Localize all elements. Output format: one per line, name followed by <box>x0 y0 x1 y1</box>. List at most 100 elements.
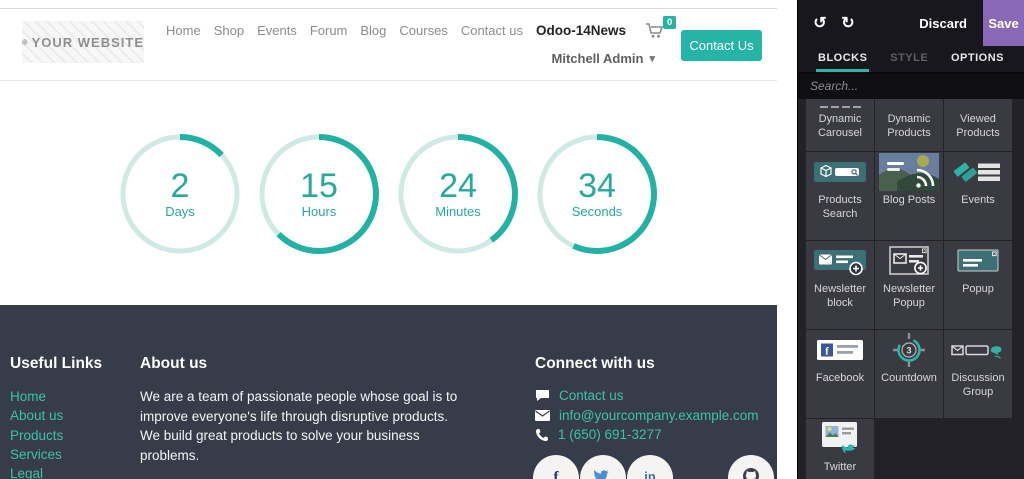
block-label: Countdown <box>881 372 937 384</box>
block-label: Newsletter block <box>814 283 866 309</box>
block-events[interactable]: Events <box>944 152 1012 240</box>
block-label: Dynamic Carousel <box>817 113 863 139</box>
block-products-search[interactable]: Products Search <box>806 152 874 240</box>
main-nav: Home Shop Events Forum Blog Courses Contact us… <box>166 16 677 39</box>
block-blog-posts[interactable]: Blog Posts <box>875 152 943 240</box>
block-newsletter-popup[interactable]: Newsletter Popup <box>875 241 943 329</box>
footer-useful-links: Useful Links Home About us Products Service… <box>10 355 102 479</box>
countdown-circle-seconds[interactable]: 34 Seconds <box>535 132 659 256</box>
newsletter-popup-icon <box>877 241 941 281</box>
contact-us-button[interactable]: Contact Us <box>681 30 762 61</box>
block-newsletter-block[interactable]: Newsletter block <box>806 241 874 329</box>
svg-text:f: f <box>825 346 829 358</box>
countdown-circle-minutes[interactable]: 24 Minutes <box>396 132 520 256</box>
connect-label: 1 (650) 691-3277 <box>558 427 662 442</box>
about-text: We are a team of passionate people whose… <box>140 389 458 463</box>
svg-text:in: in <box>644 469 656 479</box>
editor-toolbar: ↺ ↻ Discard Save <box>798 0 1024 46</box>
block-facebook[interactable]: f Facebook <box>806 330 874 418</box>
block-discussion-group[interactable]: Discussion Group <box>944 330 1012 418</box>
block-label: Newsletter Popup <box>883 283 935 309</box>
connect-item-1-650-691-3277[interactable]: 1 (650) 691-3277 <box>535 425 759 445</box>
nav-item-shop[interactable]: Shop <box>214 23 244 38</box>
undo-icon[interactable]: ↺ <box>806 13 834 33</box>
products-search-icon <box>808 152 872 192</box>
block-dynamic-carousel[interactable]: Dynamic Carousel <box>806 99 874 151</box>
countdown-icon: 3 <box>877 330 941 370</box>
user-menu-label: Mitchell Admin <box>551 51 644 66</box>
blog-posts-icon <box>877 152 941 192</box>
search-input[interactable] <box>798 79 978 93</box>
connect-item-contact-us[interactable]: Contact us <box>535 386 759 406</box>
connect-title: Connect with us <box>535 355 655 372</box>
countdown-value: 34 <box>578 167 616 205</box>
site-logo[interactable]: YOUR WEBSITE <box>22 21 144 63</box>
footer-link-about-us[interactable]: About us <box>10 406 102 425</box>
tab-options[interactable]: OPTIONS <box>949 46 1006 72</box>
social-linkedin-button[interactable]: in <box>627 455 673 479</box>
connect-item-info-yourcompany-example-com[interactable]: info@yourcompany.example.com <box>535 406 759 426</box>
nav-item-events[interactable]: Events <box>257 23 297 38</box>
footer-link-legal[interactable]: Legal <box>10 464 102 479</box>
nav-item-courses[interactable]: Courses <box>399 23 447 38</box>
footer-link-home[interactable]: Home <box>10 387 102 406</box>
nav-item-forum[interactable]: Forum <box>310 23 348 38</box>
twitter-icon <box>808 419 872 459</box>
footer-connect: Connect with us Contact us info@yourcompa… <box>535 355 759 445</box>
block-countdown[interactable]: 3 Countdown <box>875 330 943 418</box>
viewed-products-icon <box>946 99 1010 111</box>
globe-icon <box>22 39 28 45</box>
nav-item-contact-us[interactable]: Contact us <box>461 23 523 38</box>
blocks-grid: Dynamic Carousel Dynamic Products Viewed P… <box>806 99 1014 479</box>
linkedin-icon: in <box>640 466 660 479</box>
editor-search <box>798 73 1024 99</box>
countdown-unit: Hours <box>301 204 337 219</box>
block-popup[interactable]: Popup <box>944 241 1012 329</box>
countdown-value: 24 <box>439 167 477 205</box>
block-label: Products Search <box>818 194 862 220</box>
nav-item-active-site[interactable]: Odoo-14News <box>536 23 626 38</box>
user-menu[interactable]: Mitchell Admin ▾ <box>552 51 656 66</box>
countdown-circle-hours[interactable]: 15 Hours <box>257 132 381 256</box>
footer-about: About us We are a team of passionate peo… <box>140 355 470 465</box>
chevron-down-icon: ▾ <box>649 53 655 65</box>
envelope-icon <box>535 409 550 421</box>
newsletter-block-icon <box>808 241 872 281</box>
tab-blocks[interactable]: BLOCKS <box>816 46 870 72</box>
facebook-icon: f <box>808 330 872 370</box>
cart-button[interactable]: 0 <box>645 16 677 39</box>
discard-button[interactable]: Discard <box>919 16 967 31</box>
site-footer: Useful Links Home About us Products Service… <box>0 305 777 479</box>
save-button[interactable]: Save <box>983 0 1024 46</box>
nav-item-home[interactable]: Home <box>166 23 201 38</box>
social-twitter-button[interactable] <box>580 455 626 479</box>
block-label: Blog Posts <box>882 194 936 206</box>
popup-icon <box>946 241 1010 281</box>
redo-icon[interactable]: ↻ <box>834 13 862 33</box>
facebook-icon: f <box>546 466 566 479</box>
svg-text:3: 3 <box>906 346 911 356</box>
social-facebook-button[interactable]: f <box>533 455 579 479</box>
footer-link-services[interactable]: Services <box>10 445 102 464</box>
connect-list: Contact us info@yourcompany.example.com 1 … <box>535 386 759 445</box>
tab-style[interactable]: STYLE <box>888 46 930 72</box>
github-icon <box>741 466 761 479</box>
about-title: About us <box>140 355 208 372</box>
block-viewed-products[interactable]: Viewed Products <box>944 99 1012 151</box>
cart-icon <box>646 23 664 38</box>
connect-label: info@yourcompany.example.com <box>559 407 759 423</box>
logo-text: YOUR WEBSITE <box>31 34 144 50</box>
social-github-button[interactable] <box>728 455 774 479</box>
block-twitter[interactable]: Twitter <box>806 419 874 479</box>
twitter-icon <box>593 466 613 479</box>
discussion-group-icon <box>946 330 1010 370</box>
footer-link-products[interactable]: Products <box>10 426 102 445</box>
phone-icon <box>536 428 548 441</box>
page-top-strip <box>0 0 777 9</box>
countdown-value: 15 <box>300 167 338 205</box>
countdown-circle-days[interactable]: 2 Days <box>118 132 242 256</box>
block-label: Dynamic Products <box>887 113 931 139</box>
block-dynamic-products[interactable]: Dynamic Products <box>875 99 943 151</box>
chat-icon <box>536 390 549 402</box>
nav-item-blog[interactable]: Blog <box>360 23 386 38</box>
